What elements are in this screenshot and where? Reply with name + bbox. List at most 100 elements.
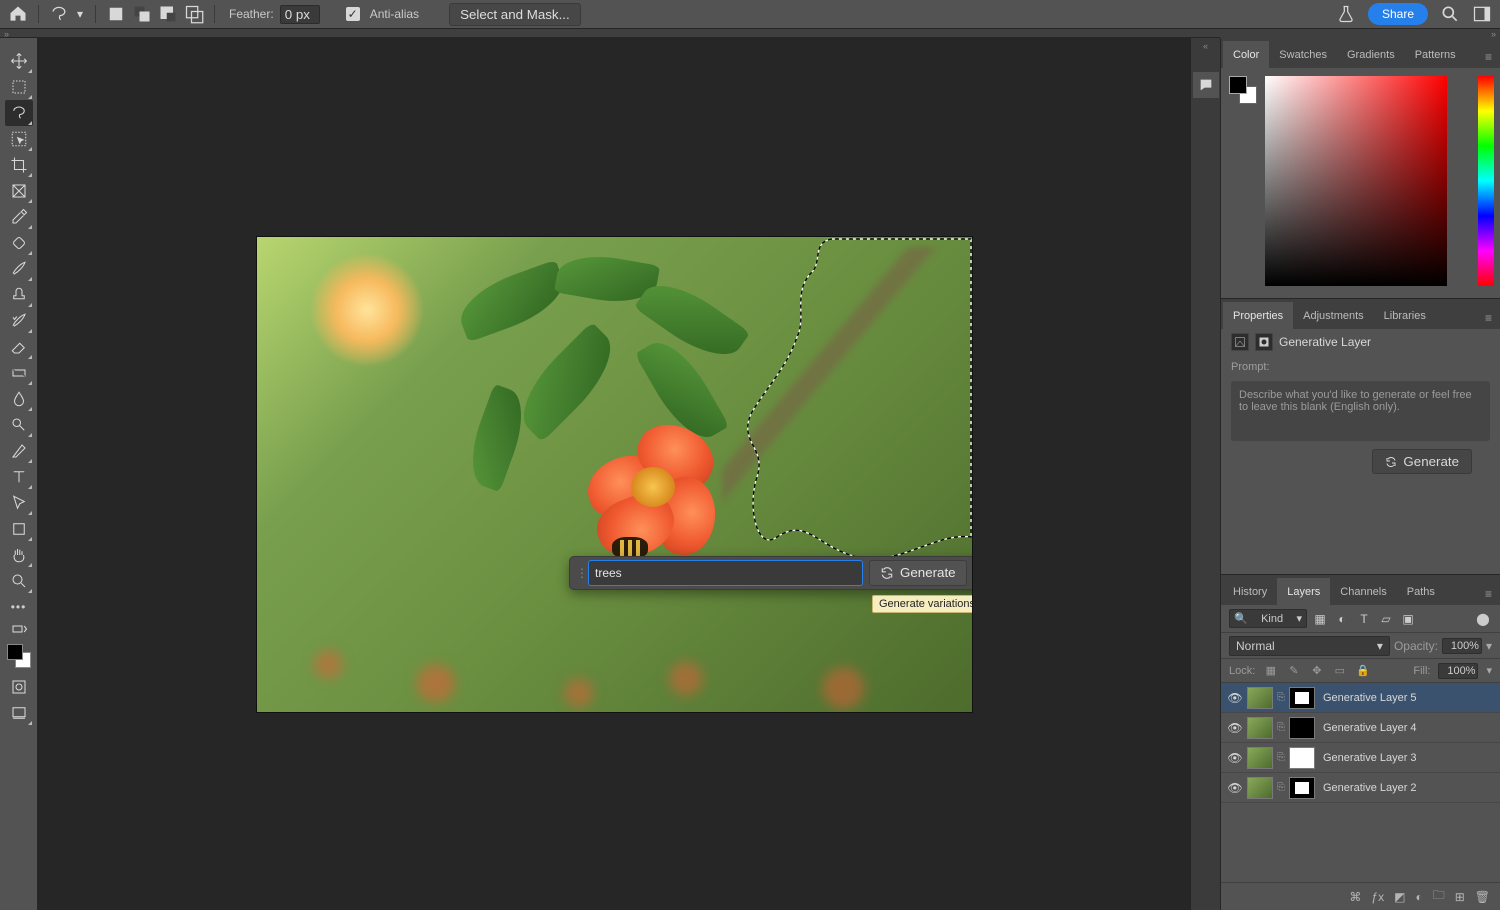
color-field[interactable] bbox=[1265, 76, 1447, 286]
crop-tool[interactable] bbox=[5, 152, 33, 178]
filter-type-icon[interactable]: T bbox=[1355, 610, 1373, 628]
filter-toggle-icon[interactable]: ⬤ bbox=[1474, 610, 1492, 628]
layer-row[interactable]: 👁 ⎘ Generative Layer 3 bbox=[1221, 743, 1500, 773]
new-layer-icon[interactable]: ⊞ bbox=[1455, 890, 1465, 904]
select-and-mask-button[interactable]: Select and Mask... bbox=[449, 3, 581, 26]
tab-paths[interactable]: Paths bbox=[1397, 578, 1445, 605]
fill-chevron-icon[interactable]: ▾ bbox=[1486, 664, 1492, 677]
filter-kind-select[interactable]: 🔍Kind▾ bbox=[1229, 609, 1307, 628]
pen-tool[interactable] bbox=[5, 438, 33, 464]
marquee-tool[interactable] bbox=[5, 74, 33, 100]
dodge-tool[interactable] bbox=[5, 412, 33, 438]
tab-channels[interactable]: Channels bbox=[1330, 578, 1396, 605]
selection-subtract-icon[interactable] bbox=[158, 4, 178, 24]
visibility-toggle-icon[interactable]: 👁 bbox=[1227, 691, 1243, 705]
lasso-tool[interactable] bbox=[5, 100, 33, 126]
quick-mask-icon[interactable] bbox=[5, 674, 33, 700]
fill-input[interactable] bbox=[1438, 663, 1478, 679]
group-icon[interactable]: 🗀 bbox=[1433, 886, 1445, 907]
filter-smart-icon[interactable]: ▣ bbox=[1399, 610, 1417, 628]
shape-tool[interactable] bbox=[5, 516, 33, 542]
filter-shape-icon[interactable]: ▱ bbox=[1377, 610, 1395, 628]
layer-name[interactable]: Generative Layer 3 bbox=[1319, 752, 1494, 764]
layer-row[interactable]: 👁 ⎘ Generative Layer 4 bbox=[1221, 713, 1500, 743]
home-icon[interactable] bbox=[8, 4, 28, 24]
object-select-tool[interactable] bbox=[5, 126, 33, 152]
filter-adj-icon[interactable]: ◐ bbox=[1333, 610, 1351, 628]
visibility-toggle-icon[interactable]: 👁 bbox=[1227, 751, 1243, 765]
expand-left-icon[interactable]: » bbox=[4, 29, 9, 37]
tab-layers[interactable]: Layers bbox=[1277, 578, 1330, 605]
filter-pixel-icon[interactable]: ▦ bbox=[1311, 610, 1329, 628]
properties-generate-button[interactable]: Generate bbox=[1372, 449, 1472, 474]
delete-icon[interactable]: 🗑 bbox=[1475, 890, 1490, 904]
blend-mode-select[interactable]: Normal▾ bbox=[1229, 636, 1390, 656]
lock-nest-icon[interactable]: ▭ bbox=[1332, 663, 1347, 678]
layer-name[interactable]: Generative Layer 5 bbox=[1319, 692, 1494, 704]
layer-row[interactable]: 👁 ⎘ Generative Layer 2 bbox=[1221, 773, 1500, 803]
layer-mask-thumb[interactable] bbox=[1289, 747, 1315, 769]
collapse-right-icon[interactable]: » bbox=[1491, 29, 1496, 38]
layer-name[interactable]: Generative Layer 2 bbox=[1319, 782, 1494, 794]
type-tool[interactable] bbox=[5, 464, 33, 490]
visibility-toggle-icon[interactable]: 👁 bbox=[1227, 721, 1243, 735]
brush-tool[interactable] bbox=[5, 256, 33, 282]
feather-input[interactable] bbox=[280, 5, 320, 24]
fx-icon[interactable]: ƒx bbox=[1371, 890, 1384, 904]
path-select-tool[interactable] bbox=[5, 490, 33, 516]
hand-tool[interactable] bbox=[5, 542, 33, 568]
adjustment-icon[interactable]: ◐ bbox=[1415, 890, 1422, 904]
tab-gradients[interactable]: Gradients bbox=[1337, 41, 1405, 68]
opacity-chevron-icon[interactable]: ▾ bbox=[1486, 639, 1492, 653]
hue-slider[interactable] bbox=[1478, 76, 1494, 286]
selection-new-icon[interactable] bbox=[106, 4, 126, 24]
generate-button[interactable]: Generate bbox=[869, 560, 967, 586]
stamp-tool[interactable] bbox=[5, 282, 33, 308]
tab-adjustments[interactable]: Adjustments bbox=[1293, 302, 1374, 329]
selection-add-icon[interactable] bbox=[132, 4, 152, 24]
history-brush-tool[interactable] bbox=[5, 308, 33, 334]
comments-icon[interactable] bbox=[1193, 72, 1219, 98]
screen-mode-icon[interactable] bbox=[5, 700, 33, 726]
expand-panels-icon[interactable]: « bbox=[1203, 41, 1208, 51]
eraser-tool[interactable] bbox=[5, 334, 33, 360]
tab-swatches[interactable]: Swatches bbox=[1269, 41, 1337, 68]
generative-prompt-input[interactable] bbox=[588, 560, 863, 586]
selection-intersect-icon[interactable] bbox=[184, 4, 204, 24]
lock-pos-icon[interactable]: ✥ bbox=[1309, 663, 1324, 678]
layer-mask-thumb[interactable] bbox=[1289, 777, 1315, 799]
beaker-icon[interactable] bbox=[1336, 4, 1356, 24]
foreground-background-swatch[interactable] bbox=[5, 642, 33, 670]
search-icon[interactable] bbox=[1440, 4, 1460, 24]
layer-mask-thumb[interactable] bbox=[1289, 687, 1315, 709]
tab-color[interactable]: Color bbox=[1223, 41, 1269, 68]
document-canvas[interactable]: Generate ••• Back Generate variations bbox=[257, 237, 972, 712]
blur-tool[interactable] bbox=[5, 386, 33, 412]
more-tools[interactable]: ••• bbox=[5, 594, 33, 620]
lasso-icon[interactable] bbox=[49, 4, 69, 24]
anti-alias-checkbox[interactable]: ✓ bbox=[346, 7, 360, 21]
tab-properties[interactable]: Properties bbox=[1223, 302, 1293, 329]
link-layers-icon[interactable]: ⌘ bbox=[1349, 890, 1361, 904]
layer-name[interactable]: Generative Layer 4 bbox=[1319, 722, 1494, 734]
mask-icon[interactable]: ◩ bbox=[1394, 890, 1405, 904]
panel-menu-icon[interactable]: ≡ bbox=[1479, 307, 1498, 329]
drag-handle[interactable] bbox=[576, 563, 582, 583]
eyedropper-tool[interactable] bbox=[5, 204, 33, 230]
move-tool[interactable] bbox=[5, 48, 33, 74]
layer-row[interactable]: 👁 ⎘ Generative Layer 5 bbox=[1221, 683, 1500, 713]
frame-tool[interactable] bbox=[5, 178, 33, 204]
share-button[interactable]: Share bbox=[1368, 3, 1428, 25]
workspace-icon[interactable] bbox=[1472, 4, 1492, 24]
tab-history[interactable]: History bbox=[1223, 578, 1277, 605]
lock-all-icon[interactable]: 🔒 bbox=[1355, 663, 1370, 678]
visibility-toggle-icon[interactable]: 👁 bbox=[1227, 781, 1243, 795]
properties-prompt-textarea[interactable]: Describe what you'd like to generate or … bbox=[1231, 381, 1490, 441]
lock-image-icon[interactable]: ✎ bbox=[1286, 663, 1301, 678]
fg-bg-swatch[interactable] bbox=[1229, 76, 1257, 104]
opacity-input[interactable] bbox=[1442, 638, 1482, 654]
lock-trans-icon[interactable]: ▦ bbox=[1263, 663, 1278, 678]
tab-patterns[interactable]: Patterns bbox=[1405, 41, 1466, 68]
gradient-tool[interactable] bbox=[5, 360, 33, 386]
zoom-tool[interactable] bbox=[5, 568, 33, 594]
